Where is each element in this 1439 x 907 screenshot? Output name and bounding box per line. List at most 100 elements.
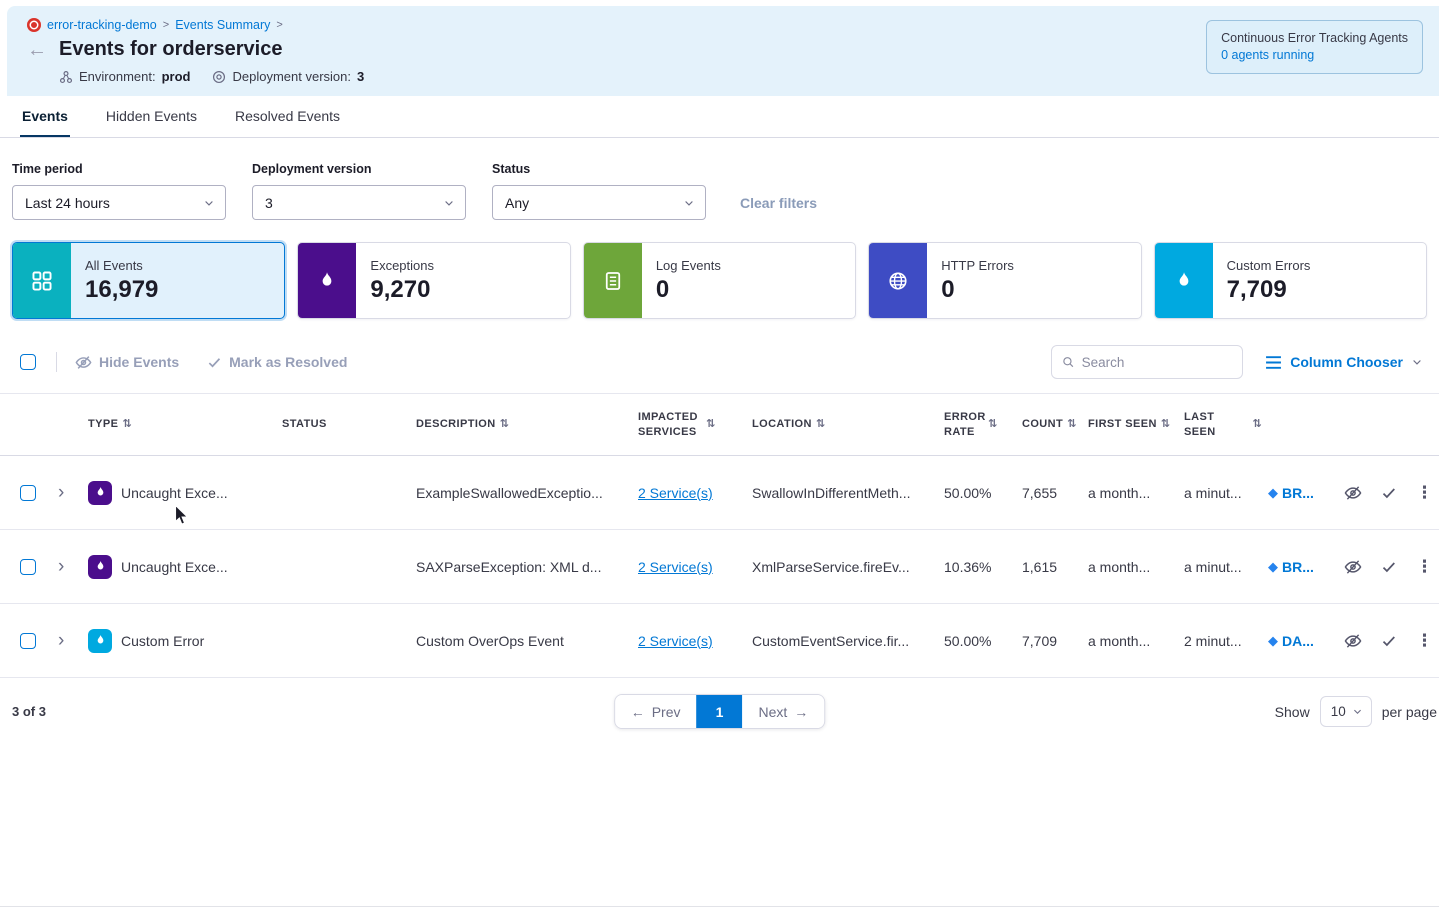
- ticket-link[interactable]: ◆ BR...: [1268, 485, 1330, 501]
- table-row: › Uncaught Exce... SAXParseException: XM…: [0, 530, 1439, 604]
- row-expand-icon[interactable]: ›: [52, 557, 88, 576]
- agents-status-card: Continuous Error Tracking Agents 0 agent…: [1206, 20, 1423, 74]
- page-size-select[interactable]: 10: [1320, 696, 1372, 727]
- resolve-event-icon[interactable]: [1381, 559, 1397, 575]
- column-header-first-seen[interactable]: FIRST SEEN⇅: [1088, 417, 1184, 431]
- prev-arrow-icon: ←: [631, 704, 645, 720]
- eye-off-icon: [75, 354, 92, 371]
- ticket-link[interactable]: ◆ DA...: [1268, 633, 1330, 649]
- card-custom-errors[interactable]: Custom Errors 7,709: [1154, 242, 1427, 319]
- impacted-services-link[interactable]: 2 Service(s): [638, 559, 713, 575]
- ticket-diamond-icon: ◆: [1268, 485, 1278, 501]
- select-all-checkbox[interactable]: [20, 354, 36, 370]
- resolve-event-icon[interactable]: [1381, 485, 1397, 501]
- row-checkbox[interactable]: [20, 633, 36, 649]
- column-header-error-rate[interactable]: ERROR RATE⇅: [944, 410, 1022, 439]
- location-cell: XmlParseService.fireEv...: [748, 559, 944, 575]
- page-number-button[interactable]: 1: [697, 695, 743, 728]
- hide-event-icon[interactable]: [1344, 484, 1362, 502]
- last-seen-cell: a minut...: [1184, 559, 1268, 575]
- sort-icon[interactable]: ⇅: [1252, 417, 1262, 431]
- column-header-last-seen[interactable]: LAST SEEN⇅: [1184, 410, 1268, 439]
- breadcrumb-separator-icon: >: [163, 19, 169, 31]
- pagination-bar: 3 of 3 ← Prev 1 Next → Show 10 per page: [0, 678, 1439, 727]
- column-header-count[interactable]: COUNT⇅: [1022, 417, 1088, 431]
- tab-resolved-events[interactable]: Resolved Events: [233, 96, 342, 137]
- time-period-select[interactable]: Last 24 hours: [12, 185, 226, 220]
- card-exceptions[interactable]: Exceptions 9,270: [297, 242, 570, 319]
- ticket-link[interactable]: ◆ BR...: [1268, 559, 1330, 575]
- column-header-location[interactable]: LOCATION⇅: [748, 417, 944, 431]
- first-seen-cell: a month...: [1088, 485, 1184, 501]
- breadcrumb-link-events-summary[interactable]: Events Summary: [175, 18, 270, 32]
- hide-event-icon[interactable]: [1344, 632, 1362, 650]
- agents-running-link[interactable]: 0 agents running: [1221, 47, 1408, 64]
- description-cell: Custom OverOps Event: [408, 633, 630, 649]
- status-value: Any: [505, 195, 529, 211]
- row-menu-icon[interactable]: ⋮: [1416, 557, 1432, 577]
- mark-resolved-button[interactable]: Mark as Resolved: [207, 354, 347, 370]
- impacted-services-link[interactable]: 2 Service(s): [638, 485, 713, 501]
- next-page-button[interactable]: Next →: [743, 695, 825, 728]
- back-arrow-icon[interactable]: ←: [27, 40, 47, 60]
- description-cell: ExampleSwallowedExceptio...: [408, 485, 630, 501]
- card-value: 7,709: [1227, 276, 1311, 304]
- check-icon: [207, 355, 222, 370]
- hide-events-button[interactable]: Hide Events: [75, 354, 179, 371]
- tab-hidden-events[interactable]: Hidden Events: [104, 96, 199, 137]
- menu-icon: [1265, 355, 1282, 370]
- card-http-errors[interactable]: HTTP Errors 0: [868, 242, 1141, 319]
- card-log-events[interactable]: Log Events 0: [583, 242, 856, 319]
- sort-icon[interactable]: ⇅: [500, 417, 510, 431]
- impacted-services-link[interactable]: 2 Service(s): [638, 633, 713, 649]
- status-label: Status: [492, 162, 706, 176]
- card-label: All Events: [85, 258, 158, 273]
- tab-bar: Events Hidden Events Resolved Events: [0, 96, 1439, 138]
- count-cell: 7,709: [1022, 633, 1088, 649]
- deployment-label: Deployment version:: [232, 69, 351, 84]
- card-all-events[interactable]: All Events 16,979: [12, 242, 285, 319]
- flame-icon: [1174, 271, 1194, 291]
- sort-icon[interactable]: ⇅: [1067, 417, 1077, 431]
- column-header-type[interactable]: TYPE⇅: [88, 417, 278, 431]
- search-input[interactable]: [1082, 355, 1233, 370]
- card-value: 0: [656, 276, 721, 304]
- error-rate-cell: 50.00%: [944, 485, 1022, 501]
- clear-filters-button[interactable]: Clear filters: [740, 195, 817, 211]
- deployment-version-select[interactable]: 3: [252, 185, 466, 220]
- breadcrumb-link-project[interactable]: error-tracking-demo: [47, 18, 157, 32]
- chevron-down-icon: [683, 197, 695, 209]
- count-cell: 1,615: [1022, 559, 1088, 575]
- environment-info: Environment: prod: [59, 69, 190, 84]
- row-checkbox[interactable]: [20, 485, 36, 501]
- sort-icon[interactable]: ⇅: [988, 417, 998, 431]
- column-chooser-label: Column Chooser: [1290, 354, 1403, 370]
- hide-event-icon[interactable]: [1344, 558, 1362, 576]
- row-checkbox[interactable]: [20, 559, 36, 575]
- prev-page-button[interactable]: ← Prev: [615, 695, 697, 728]
- status-select[interactable]: Any: [492, 185, 706, 220]
- mark-resolved-label: Mark as Resolved: [229, 354, 347, 370]
- row-menu-icon[interactable]: ⋮: [1416, 631, 1432, 651]
- last-seen-cell: a minut...: [1184, 485, 1268, 501]
- column-header-description[interactable]: DESCRIPTION⇅: [408, 417, 630, 431]
- row-expand-icon[interactable]: ›: [52, 483, 88, 502]
- sort-icon[interactable]: ⇅: [706, 417, 716, 431]
- tab-events[interactable]: Events: [20, 96, 70, 137]
- row-expand-icon[interactable]: ›: [52, 631, 88, 650]
- row-menu-icon[interactable]: ⋮: [1416, 483, 1432, 503]
- filter-bar: Time period Last 24 hours Deployment ver…: [0, 138, 1439, 220]
- sort-icon[interactable]: ⇅: [816, 417, 826, 431]
- column-header-impacted-services[interactable]: IMPACTED SERVICES⇅: [630, 410, 748, 439]
- column-chooser-button[interactable]: Column Chooser: [1265, 354, 1423, 370]
- search-box: [1051, 345, 1243, 379]
- deployment-version-icon: [212, 70, 226, 84]
- exception-type-icon: [88, 555, 112, 579]
- count-cell: 7,655: [1022, 485, 1088, 501]
- sort-icon[interactable]: ⇅: [122, 417, 132, 431]
- sort-icon[interactable]: ⇅: [1161, 417, 1171, 431]
- table-row: › Uncaught Exce... ExampleSwallowedExcep…: [0, 456, 1439, 530]
- flame-icon: [94, 634, 107, 647]
- chevron-down-icon: [203, 197, 215, 209]
- resolve-event-icon[interactable]: [1381, 633, 1397, 649]
